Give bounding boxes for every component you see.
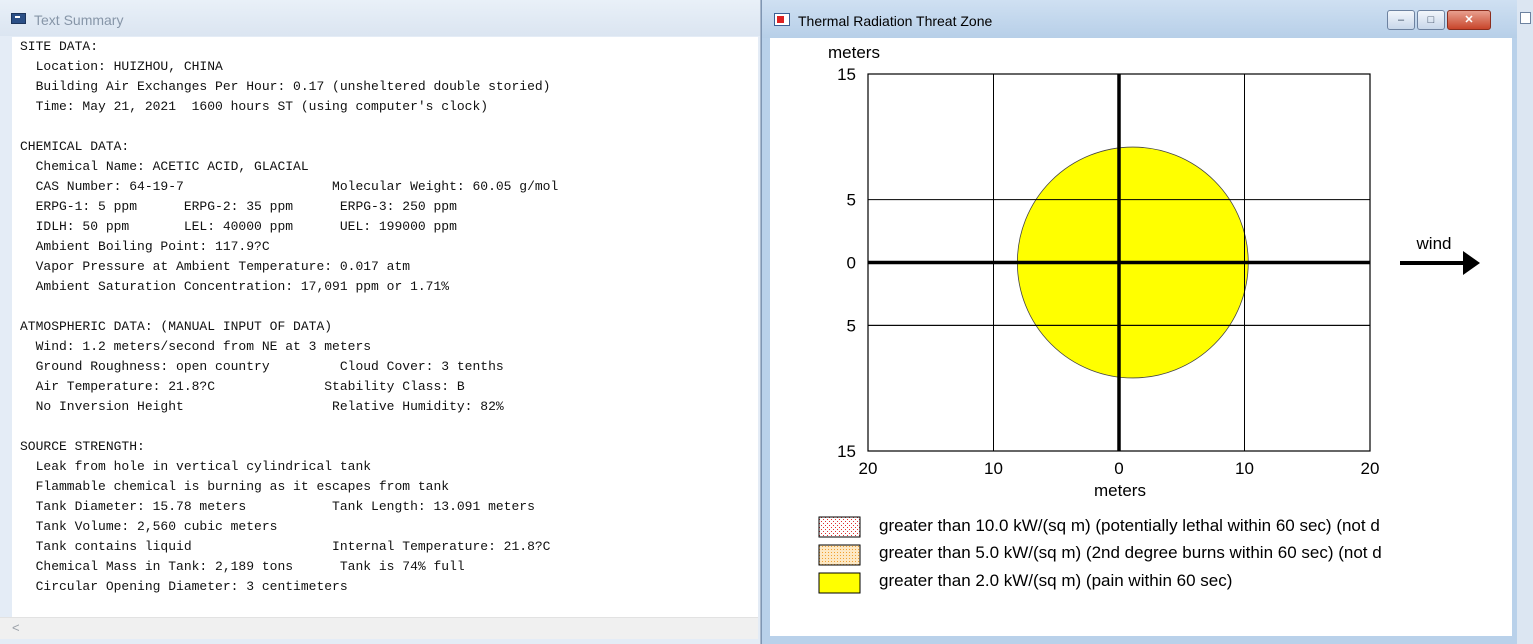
- scrollbar-track[interactable]: [30, 622, 730, 634]
- summary-line: ATMOSPHERIC DATA: (MANUAL INPUT OF DATA): [20, 319, 333, 334]
- minimize-button[interactable]: –: [1387, 10, 1415, 30]
- summary-line: Ambient Saturation Concentration: 17,091…: [20, 279, 450, 294]
- summary-line: Leak from hole in vertical cylindrical t…: [20, 459, 372, 474]
- summary-line: SOURCE STRENGTH:: [20, 439, 145, 454]
- legend-swatch-yellow: [818, 572, 861, 594]
- summary-line: CAS Number: 64-19-7 Molecular Weight: 60…: [20, 179, 559, 194]
- text-summary-window[interactable]: Text Summary SITE DATA: Location: HUIZHO…: [0, 0, 761, 644]
- legend-swatch-red: [818, 516, 861, 538]
- legend-label-red: greater than 10.0 kW/(sq m) (potentially…: [879, 516, 1380, 535]
- summary-line: IDLH: 50 ppm LEL: 40000 ppm UEL: 199000 …: [20, 219, 457, 234]
- x-axis-unit-label: meters: [1094, 481, 1146, 500]
- summary-line: Ground Roughness: open country Cloud Cov…: [20, 359, 504, 374]
- summary-line: CHEMICAL DATA:: [20, 139, 130, 154]
- summary-line: Circular Opening Diameter: 3 centimeters: [20, 579, 348, 594]
- threat-zone-client: meters 15 5 0 5 15 20 10 0 10 20 meters wind grea…: [770, 38, 1512, 636]
- summary-line: Air Temperature: 21.8?C Stability Class:…: [20, 379, 465, 394]
- summary-line: [20, 417, 758, 437]
- threat-zone-window[interactable]: Thermal Radiation Threat Zone – □ ✕ mete…: [761, 0, 1518, 644]
- text-summary-titlebar[interactable]: Text Summary: [0, 0, 760, 36]
- plot-axes: [868, 74, 1370, 451]
- wind-arrow-icon: [1400, 251, 1480, 275]
- legend-swatch-orange: [818, 544, 861, 566]
- summary-line: No Inversion Height Relative Humidity: 8…: [20, 399, 504, 414]
- threat-zone-title: Thermal Radiation Threat Zone: [798, 13, 993, 29]
- legend-label-yellow: greater than 2.0 kW/(sq m) (pain within …: [879, 571, 1232, 590]
- summary-line: ERPG-1: 5 ppm ERPG-2: 35 ppm ERPG-3: 250…: [20, 199, 457, 214]
- summary-line: Ambient Boiling Point: 117.9?C: [20, 239, 270, 254]
- legend-label-orange: greater than 5.0 kW/(sq m) (2nd degree b…: [879, 543, 1382, 562]
- summary-line: [20, 297, 758, 317]
- y-tick-label: 5: [847, 316, 856, 335]
- summary-text: SITE DATA: Location: HUIZHOU, CHINA Buil…: [12, 37, 758, 597]
- maximize-button[interactable]: □: [1417, 10, 1445, 30]
- text-window-icon: [11, 13, 26, 24]
- x-tick-label: 20: [859, 459, 878, 478]
- summary-line: Tank Volume: 2,560 cubic meters: [20, 519, 278, 534]
- x-tick-label: 20: [1361, 459, 1380, 478]
- y-tick-label: 0: [847, 254, 856, 273]
- x-tick-label: 0: [1114, 459, 1123, 478]
- close-button[interactable]: ✕: [1447, 10, 1491, 30]
- scroll-left-arrow-icon[interactable]: <: [12, 620, 20, 635]
- summary-line: [20, 117, 758, 137]
- y-tick-label: 15: [837, 442, 856, 461]
- wind-label: wind: [1416, 234, 1452, 253]
- summary-line: Location: HUIZHOU, CHINA: [20, 59, 223, 74]
- summary-line: Building Air Exchanges Per Hour: 0.17 (u…: [20, 79, 551, 94]
- summary-line: Vapor Pressure at Ambient Temperature: 0…: [20, 259, 411, 274]
- summary-line: Tank contains liquid Internal Temperatur…: [20, 539, 551, 554]
- summary-line: Tank Diameter: 15.78 meters Tank Length:…: [20, 499, 535, 514]
- threat-zone-titlebar[interactable]: Thermal Radiation Threat Zone – □ ✕: [762, 0, 1518, 38]
- aloha-app-icon: [774, 13, 790, 26]
- horizontal-scrollbar[interactable]: <: [0, 617, 758, 639]
- x-tick-label: 10: [984, 459, 1003, 478]
- summary-line: Chemical Name: ACETIC ACID, GLACIAL: [20, 159, 309, 174]
- background-window-button: [1520, 12, 1531, 24]
- summary-text-area[interactable]: SITE DATA: Location: HUIZHOU, CHINA Buil…: [12, 37, 758, 617]
- summary-line: Wind: 1.2 meters/second from NE at 3 met…: [20, 339, 372, 354]
- legend: greater than 10.0 kW/(sq m) (potentially…: [818, 516, 1382, 594]
- threat-zone-plot: meters 155051520 10 0 10 20 meters wind grea…: [818, 43, 1480, 594]
- y-tick-label: 5: [847, 191, 856, 210]
- y-tick-label: 15: [837, 65, 856, 84]
- y-axis-unit-label: meters: [828, 43, 880, 62]
- text-summary-title: Text Summary: [34, 12, 124, 28]
- summary-line: Time: May 21, 2021 1600 hours ST (using …: [20, 99, 489, 114]
- summary-line: SITE DATA:: [20, 39, 99, 54]
- background-window-edge: [1517, 0, 1533, 644]
- summary-line: Chemical Mass in Tank: 2,189 tons Tank i…: [20, 559, 465, 574]
- summary-line: Flammable chemical is burning as it esca…: [20, 479, 450, 494]
- x-tick-label: 10: [1235, 459, 1254, 478]
